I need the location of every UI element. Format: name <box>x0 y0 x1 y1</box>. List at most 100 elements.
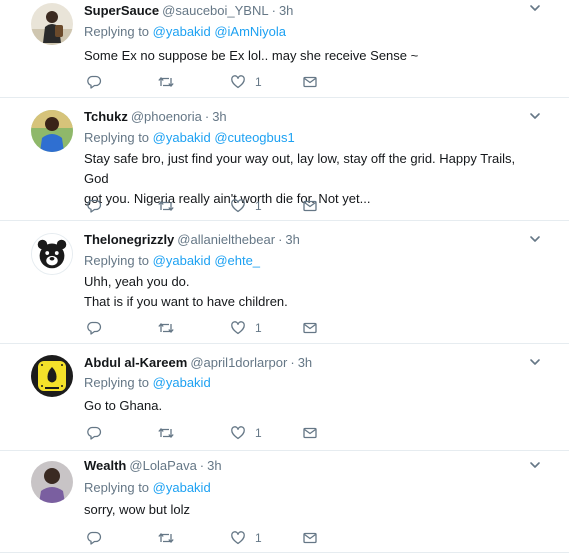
avatar[interactable] <box>31 110 73 152</box>
separator-dot: · <box>278 232 283 247</box>
mention-link[interactable]: @yabakid <box>153 130 211 145</box>
envelope-icon <box>303 200 317 212</box>
user-handle[interactable]: @LolaPava <box>129 458 196 473</box>
reply-button[interactable] <box>86 424 102 442</box>
direct-message-button[interactable] <box>302 73 318 91</box>
mention-link[interactable]: @yabakid <box>153 253 211 268</box>
timestamp[interactable]: 3h <box>285 232 299 247</box>
replying-to-label: Replying to <box>84 375 150 390</box>
user-handle[interactable]: @phoenoria <box>131 109 202 124</box>
direct-message-button[interactable] <box>302 197 318 215</box>
retweet-icon <box>158 428 174 438</box>
tweet-text: Uhh, yeah you do. That is if you want to… <box>84 272 534 312</box>
tweet-actions: 1 <box>84 424 344 442</box>
envelope-icon <box>303 532 317 544</box>
like-count: 1 <box>255 75 262 89</box>
tweet-text-line: sorry, wow but lolz <box>84 502 190 517</box>
reply-button[interactable] <box>86 319 102 337</box>
replying-to-label: Replying to <box>84 253 150 268</box>
retweet-icon <box>158 201 174 211</box>
like-button[interactable]: 1 <box>230 424 262 442</box>
mention-link[interactable]: @yabakid <box>153 375 211 390</box>
like-button[interactable]: 1 <box>230 319 262 337</box>
direct-message-button[interactable] <box>302 529 318 547</box>
tweet-actions: 1 <box>84 529 344 547</box>
tweet-text-line: Uhh, yeah you do. <box>84 274 190 289</box>
reply-button[interactable] <box>86 529 102 547</box>
user-handle[interactable]: @april1dorlarpor <box>190 355 287 370</box>
tweet-item[interactable]: Thelonegrizzly @allanielthebear · 3h Replyi… <box>0 221 569 344</box>
envelope-icon <box>303 427 317 439</box>
reply-button[interactable] <box>86 73 102 91</box>
tweet-text: Go to Ghana. <box>84 396 534 416</box>
retweet-button[interactable] <box>157 529 175 547</box>
tweet-item[interactable]: Tchukz @phoenoria · 3h Replying to @yabakid… <box>0 98 569 221</box>
mention-link[interactable]: @iAmNiyola <box>214 24 286 39</box>
like-button[interactable]: 1 <box>230 197 262 215</box>
like-count: 1 <box>255 199 262 213</box>
retweet-button[interactable] <box>157 424 175 442</box>
retweet-button[interactable] <box>157 197 175 215</box>
reply-button[interactable] <box>86 197 102 215</box>
avatar[interactable] <box>31 355 73 397</box>
chevron-down-icon[interactable] <box>529 459 541 471</box>
timestamp[interactable]: 3h <box>207 458 221 473</box>
heart-icon <box>231 321 245 335</box>
display-name[interactable]: SuperSauce <box>84 3 159 18</box>
heart-icon <box>231 426 245 440</box>
avatar[interactable] <box>31 3 73 45</box>
timestamp[interactable]: 3h <box>212 109 226 124</box>
snapcode-icon <box>31 355 73 397</box>
display-name[interactable]: Tchukz <box>84 109 128 124</box>
heart-icon <box>231 199 245 213</box>
mention-link[interactable]: @yabakid <box>153 480 211 495</box>
replying-to-line: Replying to @yabakid @ehte_ <box>84 252 260 270</box>
replying-to-line: Replying to @yabakid <box>84 479 211 497</box>
separator-dot: · <box>290 355 295 370</box>
timestamp[interactable]: 3h <box>298 355 312 370</box>
chevron-down-icon[interactable] <box>529 110 541 122</box>
direct-message-button[interactable] <box>302 424 318 442</box>
tweet-text-line: Stay safe bro, just find your way out, l… <box>84 151 516 186</box>
separator-dot: · <box>204 109 210 124</box>
like-button[interactable]: 1 <box>230 529 262 547</box>
retweet-button[interactable] <box>157 73 175 91</box>
tweet-actions: 1 <box>84 73 344 91</box>
tweet-item[interactable]: Abdul al-Kareem @april1dorlarpor · 3h Reply… <box>0 344 569 451</box>
replying-to-label: Replying to <box>84 24 150 39</box>
tweet-text-line: Some Ex no suppose be Ex lol.. may she r… <box>84 48 419 63</box>
avatar[interactable] <box>31 233 73 275</box>
display-name[interactable]: Thelonegrizzly <box>84 232 174 247</box>
chevron-down-icon[interactable] <box>529 233 541 245</box>
display-name[interactable]: Wealth <box>84 458 126 473</box>
like-count: 1 <box>255 321 262 335</box>
like-button[interactable]: 1 <box>230 73 262 91</box>
person-blue-shirt-icon <box>31 110 73 152</box>
reply-icon <box>87 75 102 89</box>
mention-link[interactable]: @ehte_ <box>214 253 260 268</box>
person-photo-icon <box>31 461 73 503</box>
retweet-icon <box>158 533 174 543</box>
avatar[interactable] <box>31 461 73 503</box>
like-count: 1 <box>255 426 262 440</box>
replying-to-line: Replying to @yabakid @iAmNiyola <box>84 23 286 41</box>
replying-to-line: Replying to @yabakid @cuteogbus1 <box>84 129 295 147</box>
timestamp[interactable]: 3h <box>279 3 293 18</box>
tweet-item[interactable]: SuperSauce @sauceboi_YBNL · 3h Replying to … <box>0 0 569 98</box>
tweet-item[interactable]: Wealth @LolaPava · 3h Replying to @yabakid … <box>0 451 569 553</box>
replying-to-label: Replying to <box>84 130 150 145</box>
user-handle[interactable]: @allanielthebear <box>177 232 275 247</box>
tweet-header: Tchukz @phoenoria · 3h <box>84 108 529 126</box>
display-name[interactable]: Abdul al-Kareem <box>84 355 187 370</box>
direct-message-button[interactable] <box>302 319 318 337</box>
chevron-down-icon[interactable] <box>529 2 541 14</box>
envelope-icon <box>303 322 317 334</box>
user-handle[interactable]: @sauceboi_YBNL <box>162 3 268 18</box>
chevron-down-icon[interactable] <box>529 356 541 368</box>
mention-link[interactable]: @cuteogbus1 <box>214 130 294 145</box>
retweet-button[interactable] <box>157 319 175 337</box>
mention-link[interactable]: @yabakid <box>153 24 211 39</box>
tweet-text: Some Ex no suppose be Ex lol.. may she r… <box>84 46 534 66</box>
tweet-text: sorry, wow but lolz <box>84 500 534 520</box>
tweet-header: Wealth @LolaPava · 3h <box>84 457 529 475</box>
